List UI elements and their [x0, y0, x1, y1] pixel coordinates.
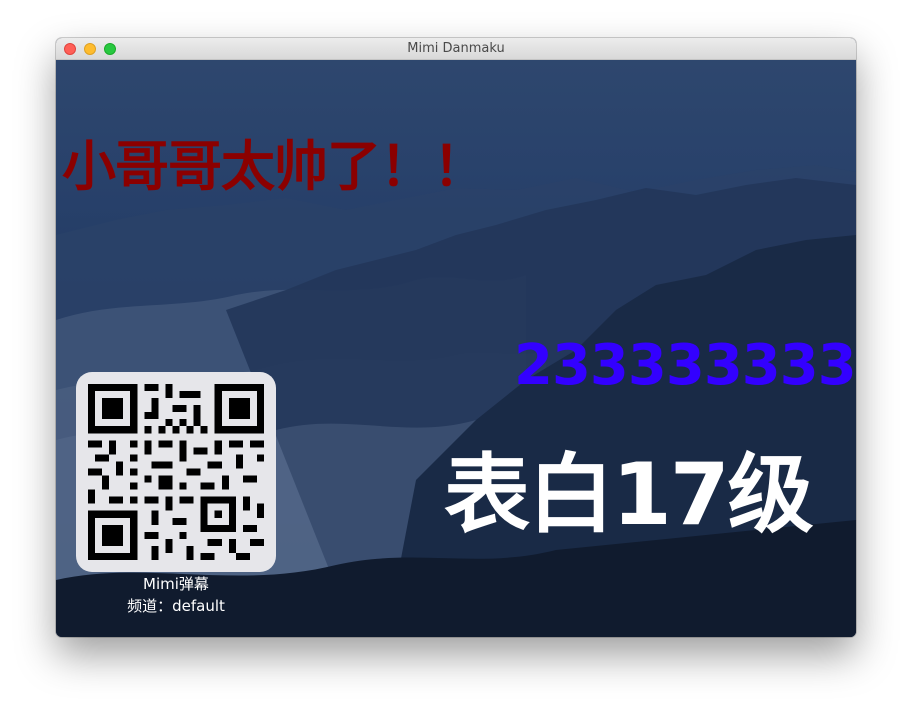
qr-card — [76, 372, 276, 572]
qr-code-icon — [88, 384, 264, 560]
danmaku-comment-3: 表白17级 — [444, 445, 814, 545]
danmaku-comment-2: 233333333 — [514, 333, 856, 398]
danmaku-stage: 小哥哥太帅了！！ 233333333 表白17级 Mimi弹幕 频道：defau… — [56, 60, 856, 637]
app-name-label: Mimi弹幕 — [143, 575, 209, 593]
title-bar[interactable]: Mimi Danmaku — [56, 38, 856, 60]
app-window: Mimi Danmaku 小哥哥太帅了！！ 233333333 表白17级 Mi… — [56, 38, 856, 637]
window-title: Mimi Danmaku — [407, 41, 505, 56]
channel-label: 频道：default — [127, 597, 225, 615]
danmaku-comment-1: 小哥哥太帅了！！ — [62, 135, 487, 198]
